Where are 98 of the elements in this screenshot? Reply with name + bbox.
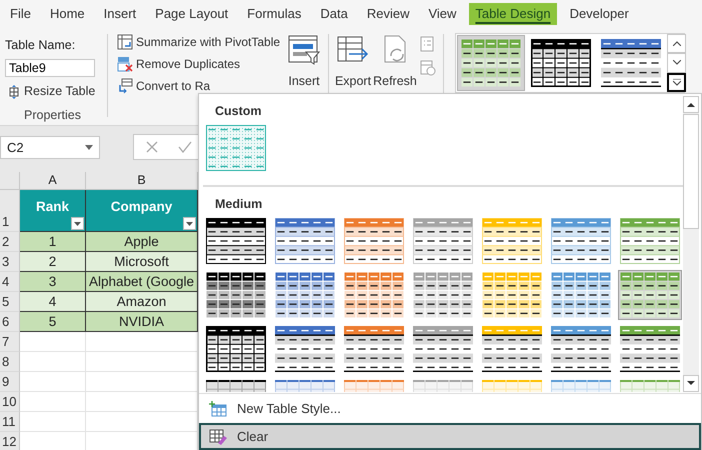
column-header[interactable]: A <box>20 172 86 190</box>
scrollbar-thumb[interactable] <box>683 114 699 229</box>
column-title: Company <box>110 198 172 216</box>
triangle-down-icon <box>687 381 695 386</box>
caret-icon <box>186 222 193 226</box>
ribbon-command[interactable]: Convert to Ra <box>115 75 212 97</box>
table-style-thumbnail[interactable] <box>413 272 473 318</box>
table-style-thumbnail[interactable] <box>275 272 335 318</box>
name-box[interactable]: C2 <box>0 136 100 159</box>
row-header[interactable]: 9 <box>0 372 20 392</box>
table-cell: 2 <box>20 252 86 272</box>
new-table-style-icon <box>209 400 227 416</box>
ribbon-tab[interactable]: Review <box>360 3 416 25</box>
scroll-down-button[interactable] <box>683 375 699 392</box>
ribbon-tab[interactable]: Home <box>44 3 91 25</box>
row-header[interactable]: 4 <box>0 272 20 292</box>
ribbon-tab[interactable]: Page Layout <box>149 3 234 25</box>
ribbon-large-button[interactable]: Insert <box>283 28 325 93</box>
table-style-thumbnail[interactable] <box>206 326 266 372</box>
dropdown-caret-icon <box>85 145 93 150</box>
row-header[interactable]: 3 <box>0 252 20 272</box>
table-cell: 5 <box>20 312 86 332</box>
table-cell: 4 <box>20 292 86 312</box>
table-style-thumbnail[interactable] <box>482 272 542 318</box>
column-header[interactable]: B <box>86 172 198 190</box>
ribbon-tab[interactable]: File <box>4 3 37 25</box>
table-style-thumbnail[interactable] <box>620 326 680 372</box>
convert-range-icon <box>117 78 133 94</box>
ribbon-tab[interactable]: Developer <box>564 3 635 25</box>
properties-icon <box>420 36 434 52</box>
table-style-thumbnail[interactable] <box>206 218 266 264</box>
ribbon-large-button[interactable]: Refresh <box>374 28 416 93</box>
ribbon-large-button[interactable]: Export <box>332 28 374 93</box>
field-label: Table Name: <box>5 37 76 54</box>
table-cell: Microsoft <box>86 252 198 272</box>
table-style-thumbnail[interactable] <box>344 326 404 372</box>
row-header[interactable]: 8 <box>0 352 20 372</box>
table-style-thumbnail[interactable] <box>206 125 266 171</box>
resize-icon <box>7 84 21 99</box>
ribbon-tab[interactable]: Table Design <box>469 3 557 25</box>
menu-item[interactable]: New Table Style... <box>199 395 701 422</box>
chevron-down-icon <box>672 60 680 66</box>
remove-duplicates-icon <box>117 56 133 72</box>
ribbon-tab[interactable]: Data <box>314 3 354 25</box>
section-heading: Medium <box>214 196 264 213</box>
table-style-thumbnail[interactable] <box>482 326 542 372</box>
table-style-thumbnail[interactable] <box>206 272 266 318</box>
table-cell: NVIDIA <box>86 312 198 332</box>
row-header[interactable]: 2 <box>0 232 20 252</box>
column-title: Rank <box>36 198 69 216</box>
scroll-down-button[interactable] <box>667 53 686 73</box>
scroll-up-button[interactable] <box>667 34 686 54</box>
table-style-thumbnail[interactable] <box>531 39 591 87</box>
row-header[interactable]: 12 <box>0 432 20 450</box>
section-heading: Custom <box>214 103 263 120</box>
row-header[interactable]: 11 <box>0 412 20 432</box>
scroll-up-button[interactable] <box>683 96 699 113</box>
more-button[interactable] <box>667 72 686 92</box>
check-icon <box>178 141 192 153</box>
cancel-icon <box>146 141 158 153</box>
ribbon-tab[interactable]: View <box>422 3 462 25</box>
ribbon-command[interactable]: Summarize with PivotTable <box>115 31 282 53</box>
table-style-thumbnail[interactable] <box>620 272 680 318</box>
table-cell: Alphabet (Google <box>86 272 198 292</box>
table-cell: Apple <box>86 232 198 252</box>
row-header[interactable]: 7 <box>0 332 20 352</box>
table-style-thumbnail[interactable] <box>551 326 611 372</box>
pivot-table-icon <box>117 34 133 50</box>
group-label: Properties <box>23 107 82 124</box>
table-style-thumbnail[interactable] <box>275 326 335 372</box>
resize-table-button[interactable]: Resize Table <box>5 81 100 102</box>
row-header[interactable]: 5 <box>0 292 20 312</box>
clear-table-icon <box>209 428 227 444</box>
table-style-thumbnail[interactable] <box>344 272 404 318</box>
caret-icon <box>74 222 81 226</box>
table-cell: Amazon <box>86 292 198 312</box>
filter-button[interactable] <box>71 217 84 230</box>
triangle-up-icon <box>687 102 695 107</box>
ribbon-command[interactable]: Remove Duplicates <box>115 53 242 75</box>
table-style-thumbnail[interactable] <box>601 39 661 87</box>
chevron-up-icon <box>672 41 680 46</box>
menu-item[interactable]: Clear <box>199 423 701 450</box>
filter-button[interactable] <box>183 217 196 230</box>
expand-icon <box>672 78 680 86</box>
table-cell: 1 <box>20 232 86 252</box>
table-name-field[interactable]: Table9 <box>5 58 95 78</box>
table-style-thumbnail[interactable] <box>551 272 611 318</box>
table-style-thumbnail[interactable] <box>461 39 521 87</box>
row-header[interactable]: 1 <box>0 190 20 232</box>
cell-reference: C2 <box>7 138 24 157</box>
ribbon-tab[interactable]: Insert <box>98 3 142 25</box>
table-cell: 3 <box>20 272 86 292</box>
table-style-thumbnail[interactable] <box>413 326 473 372</box>
row-header[interactable]: 10 <box>0 392 20 412</box>
row-header[interactable]: 6 <box>0 312 20 332</box>
slicer-icon <box>288 34 320 66</box>
ribbon-tab[interactable]: Formulas <box>241 3 308 25</box>
table-style-thumbnail[interactable] <box>275 218 335 264</box>
